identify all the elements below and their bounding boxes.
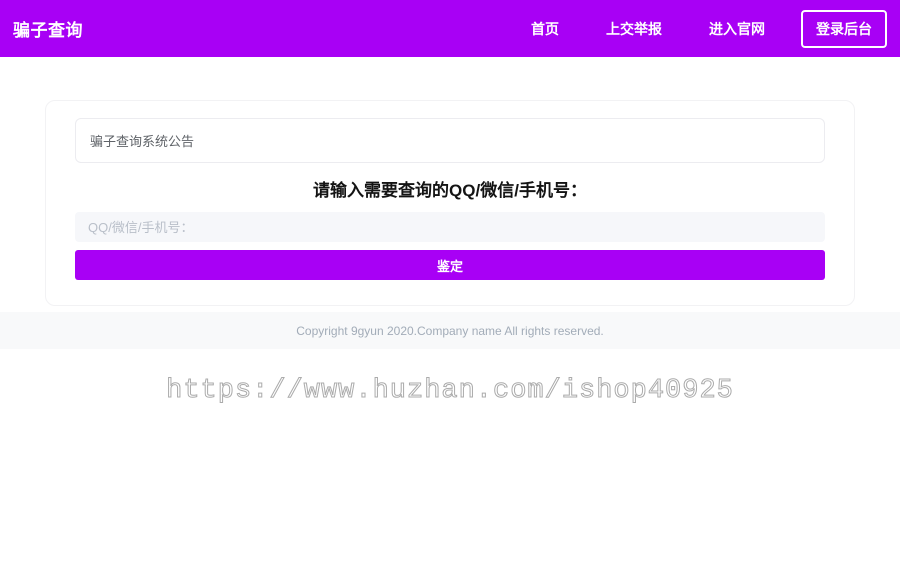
page: 骗子查询 首页 上交举报 进入官网 登录后台 骗子查询系统公告 请输入需要查询的… <box>0 0 900 578</box>
nav-link-submit-report[interactable]: 上交举报 <box>606 19 662 39</box>
login-admin-button[interactable]: 登录后台 <box>801 10 887 48</box>
nav-link-official-site[interactable]: 进入官网 <box>709 19 765 39</box>
navbar: 骗子查询 首页 上交举报 进入官网 登录后台 <box>0 0 900 57</box>
main-content: 骗子查询系统公告 请输入需要查询的QQ/微信/手机号： 鉴定 https://w… <box>0 100 900 306</box>
announcement-panel: 骗子查询系统公告 <box>75 118 825 163</box>
query-card: 骗子查询系统公告 请输入需要查询的QQ/微信/手机号： 鉴定 <box>45 100 855 306</box>
copyright-text: Copyright 9gyun 2020.Company name All ri… <box>296 324 604 338</box>
query-heading: 请输入需要查询的QQ/微信/手机号： <box>75 181 825 201</box>
brand-title[interactable]: 骗子查询 <box>13 16 83 41</box>
query-input[interactable] <box>75 212 825 242</box>
identify-button[interactable]: 鉴定 <box>75 250 825 280</box>
nav-menu: 首页 上交举报 进入官网 登录后台 <box>484 10 887 48</box>
watermark-text: https://www.huzhan.com/ishop40925 <box>0 377 900 405</box>
footer: Copyright 9gyun 2020.Company name All ri… <box>0 312 900 349</box>
nav-link-home[interactable]: 首页 <box>531 19 559 39</box>
